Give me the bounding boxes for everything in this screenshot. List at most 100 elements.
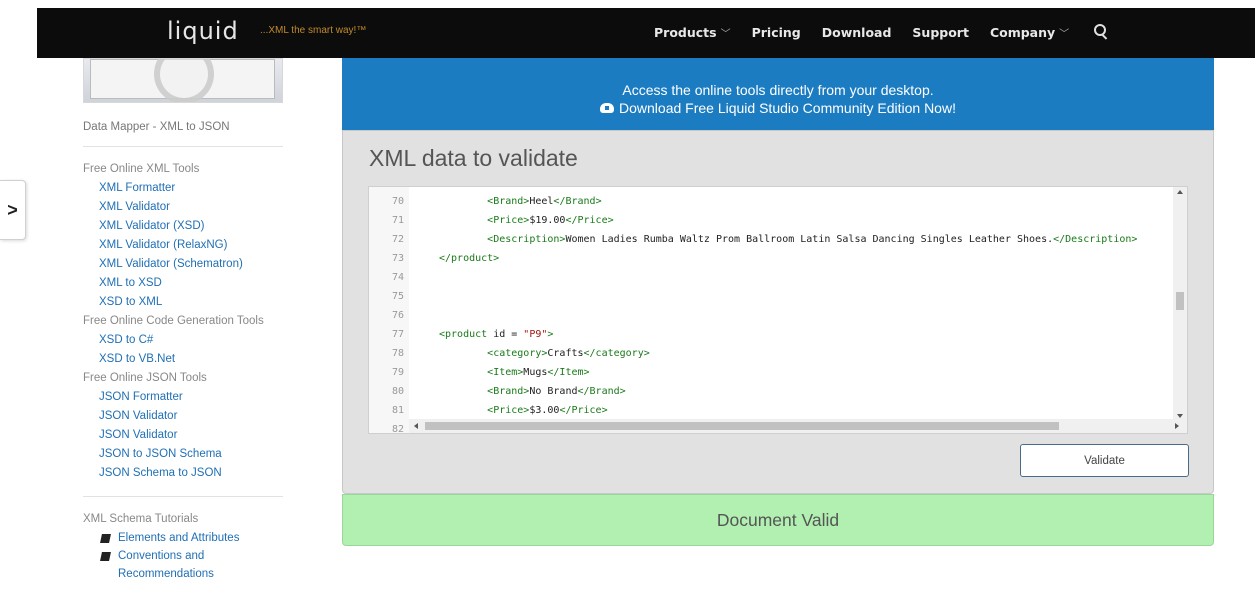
- sidebar-toggle-button[interactable]: >: [0, 180, 26, 240]
- validation-panel: XML data to validate 70 <Brand>Heel</Bra…: [342, 130, 1214, 494]
- line-number: 74: [391, 272, 404, 283]
- sidebar-link-json-to-json-schema[interactable]: JSON to JSON Schema: [83, 445, 283, 464]
- group-title: Free Online Code Generation Tools: [83, 315, 264, 327]
- code-line: 80 <Brand>No Brand</Brand>: [369, 382, 1137, 401]
- code-text: <Brand>No Brand</Brand>: [487, 386, 626, 397]
- main-nav: Products ﹀ Pricing Download Support Compa…: [654, 24, 1109, 40]
- code-line: 81 <Price>$3.00</Price>: [369, 401, 1137, 420]
- code-line: 71 <Price>$19.00</Price>: [369, 211, 1137, 230]
- chevron-down-icon: ﹀: [720, 28, 731, 40]
- banner-line-2: Download Free Liquid Studio Community Ed…: [619, 100, 956, 116]
- nav-download[interactable]: Download: [822, 25, 892, 40]
- search-icon[interactable]: [1093, 24, 1109, 40]
- tutorial-item[interactable]: Conventions and Recommendations: [83, 547, 283, 583]
- nav-company-label: Company: [989, 24, 1056, 40]
- nav-download-label: Download: [821, 24, 892, 40]
- tagline: ...XML the smart way!™: [260, 25, 367, 36]
- xml-code-editor[interactable]: 70 <Brand>Heel</Brand> 71 <Price>$19.00</…: [368, 186, 1188, 434]
- line-number: 82: [391, 424, 404, 434]
- nav-products-label: Products: [654, 24, 717, 40]
- scroll-left-icon[interactable]: [414, 423, 418, 429]
- code-text: <Price>$3.00</Price>: [487, 405, 608, 416]
- sidebar-link-json-validator-2[interactable]: JSON Validator: [83, 426, 283, 445]
- group-title: XML Schema Tutorials: [83, 513, 199, 525]
- sidebar-link-xsd-to-vbnet[interactable]: XSD to VB.Net: [83, 350, 283, 369]
- code-lines: 70 <Brand>Heel</Brand> 71 <Price>$19.00</…: [369, 192, 1137, 434]
- sidebar-link-json-schema-to-json[interactable]: JSON Schema to JSON: [83, 464, 283, 483]
- sidebar-link-xml-validator-relaxng[interactable]: XML Validator (RelaxNG): [83, 236, 283, 255]
- nav-pricing[interactable]: Pricing: [752, 25, 801, 40]
- scroll-thumb[interactable]: [425, 422, 1059, 430]
- line-number: 76: [391, 310, 404, 321]
- scroll-down-icon[interactable]: [1177, 414, 1183, 418]
- validation-result: Document Valid: [342, 494, 1214, 546]
- video-thumbnail[interactable]: [83, 58, 283, 103]
- vertical-scrollbar[interactable]: [1173, 187, 1187, 421]
- logo-text: liquid: [167, 17, 239, 45]
- cloud-download-icon: [600, 103, 615, 113]
- sidebar-link-xml-to-xsd[interactable]: XML to XSD: [83, 274, 283, 293]
- scroll-right-icon[interactable]: [1175, 423, 1179, 429]
- download-link[interactable]: Download Free Liquid Studio Community Ed…: [342, 100, 1214, 116]
- line-number: 73: [391, 253, 404, 264]
- download-banner: Access the online tools directly from yo…: [342, 58, 1214, 130]
- nav-support[interactable]: Support: [912, 25, 969, 40]
- line-number: 77: [391, 329, 404, 340]
- video-caption: Data Mapper - XML to JSON: [83, 121, 230, 133]
- sidebar-link-xsd-to-csharp[interactable]: XSD to C#: [83, 331, 283, 350]
- code-text: </product>: [439, 253, 500, 264]
- code-line: 79 <Item>Mugs</Item>: [369, 363, 1137, 382]
- scroll-thumb[interactable]: [1176, 292, 1184, 310]
- tutorial-item[interactable]: Elements and Attributes: [83, 529, 283, 547]
- sidebar-link-xsd-to-xml[interactable]: XSD to XML: [83, 293, 283, 312]
- line-number: 70: [391, 196, 404, 207]
- group-title: Free Online JSON Tools: [83, 372, 207, 384]
- tutorial-label[interactable]: Recommendations: [118, 565, 214, 583]
- validate-button[interactable]: Validate: [1020, 444, 1189, 477]
- code-line: 70 <Brand>Heel</Brand>: [369, 192, 1137, 211]
- sidebar-link-xml-validator[interactable]: XML Validator: [83, 198, 283, 217]
- line-number: 81: [391, 405, 404, 416]
- sidebar: Data Mapper - XML to JSON Free Online XM…: [83, 58, 283, 583]
- horizontal-scrollbar[interactable]: [409, 419, 1187, 433]
- book-icon: [100, 534, 111, 543]
- tutorial-label[interactable]: Conventions and: [118, 547, 214, 565]
- code-text: <category>Crafts</category>: [487, 348, 650, 359]
- line-number: 78: [391, 348, 404, 359]
- chevron-right-icon: >: [7, 199, 18, 220]
- page-title: XML data to validate: [369, 145, 578, 171]
- code-text: <Item>Mugs</Item>: [487, 367, 590, 378]
- divider: [83, 496, 283, 497]
- code-line: 74: [369, 268, 1137, 287]
- code-line: 73 </product>: [369, 249, 1137, 268]
- banner-line-1: Access the online tools directly from yo…: [622, 82, 934, 98]
- nav-pricing-label: Pricing: [751, 24, 801, 40]
- line-number: 72: [391, 234, 404, 245]
- chevron-down-icon: ﹀: [1059, 28, 1070, 40]
- tutorial-label[interactable]: Elements and Attributes: [118, 529, 239, 547]
- code-text: <Price>$19.00</Price>: [487, 215, 614, 226]
- group-title: Free Online XML Tools: [83, 163, 200, 175]
- nav-support-label: Support: [912, 24, 969, 40]
- line-number: 71: [391, 215, 404, 226]
- line-number: 79: [391, 367, 404, 378]
- code-text: <Brand>Heel</Brand>: [487, 196, 602, 207]
- divider: [83, 146, 283, 147]
- code-text: <product id = "P9">: [439, 329, 554, 340]
- sidebar-link-xml-validator-schematron[interactable]: XML Validator (Schematron): [83, 255, 283, 274]
- book-icon: [100, 552, 111, 561]
- scroll-up-icon[interactable]: [1177, 190, 1183, 194]
- code-line: 78 <category>Crafts</category>: [369, 344, 1137, 363]
- sidebar-link-xml-formatter[interactable]: XML Formatter: [83, 179, 283, 198]
- nav-products[interactable]: Products ﹀: [654, 25, 731, 40]
- line-number: 75: [391, 291, 404, 302]
- sidebar-link-json-validator[interactable]: JSON Validator: [83, 407, 283, 426]
- sidebar-link-xml-validator-xsd[interactable]: XML Validator (XSD): [83, 217, 283, 236]
- code-line: 72 <Description>Women Ladies Rumba Waltz…: [369, 230, 1137, 249]
- nav-company[interactable]: Company ﹀: [990, 25, 1069, 40]
- sidebar-link-json-formatter[interactable]: JSON Formatter: [83, 388, 283, 407]
- code-line: 76: [369, 306, 1137, 325]
- top-navbar: liquid ...XML the smart way!™ Products ﹀ …: [37, 8, 1255, 58]
- code-line: 77 <product id = "P9">: [369, 325, 1137, 344]
- logo[interactable]: liquid: [167, 17, 239, 45]
